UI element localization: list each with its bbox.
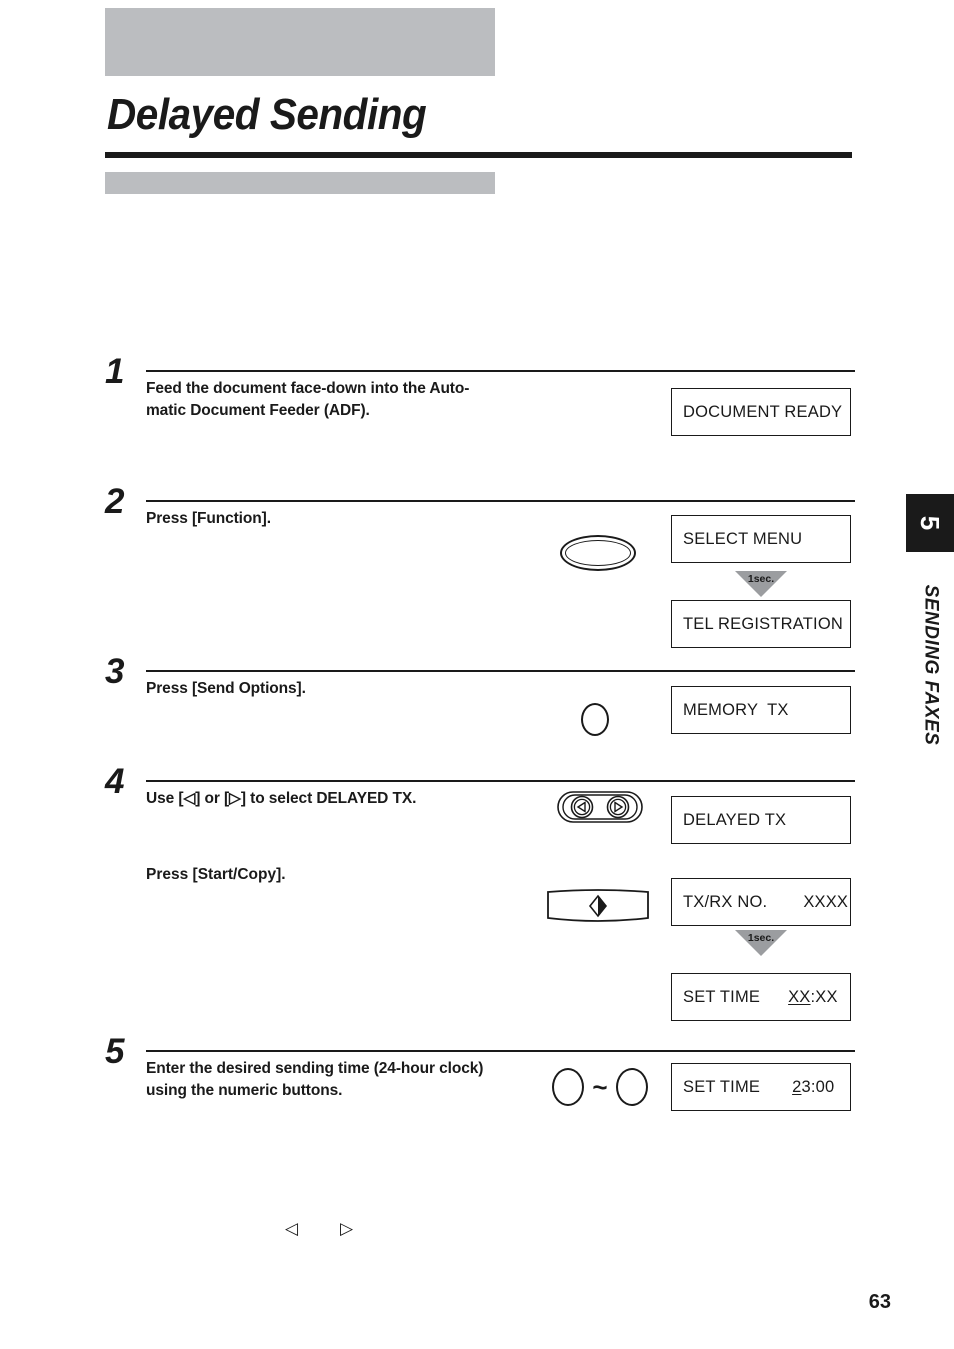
page-title: Delayed Sending — [107, 90, 427, 139]
step-2-rule — [146, 500, 855, 502]
lcd-set-time-filled: SET TIME 2 3:00 — [671, 1063, 851, 1111]
step-5-rule — [146, 1050, 855, 1052]
lcd-document-ready-text: DOCUMENT READY — [683, 402, 843, 421]
lcd-tx-rx-no-label: TX/RX NO. — [683, 892, 768, 911]
header-gray-bar-bottom — [105, 172, 495, 194]
lcd-document-ready: DOCUMENT READY — [671, 388, 851, 436]
step-5-text: Enter the desired sending time (24-hour … — [146, 1058, 566, 1102]
step-4-rule — [146, 780, 855, 782]
arrow-rocker-button-icon[interactable] — [556, 790, 644, 824]
step-2-text-line1: Press [Function]. — [146, 510, 271, 527]
numeric-button-last[interactable] — [616, 1068, 648, 1106]
right-arrow-glyph-icon: ▷ — [340, 1219, 354, 1238]
header-gray-bar-top — [105, 8, 495, 76]
step-3-rule — [146, 670, 855, 672]
timing-arrow-1sec-b-label: 1sec. — [747, 932, 775, 944]
step-4-number: 4 — [105, 762, 125, 801]
step-1-text: Feed the document face-down into the Aut… — [146, 378, 566, 422]
chapter-tab: 5 — [906, 494, 954, 552]
chapter-label-vertical: SENDING FAXES — [906, 560, 954, 770]
lcd-set-time-filled-cursor: 2 — [792, 1077, 802, 1096]
step-4-substep-text: Press [Start/Copy]. — [146, 866, 286, 883]
header-rule — [105, 152, 852, 158]
lcd-set-time-blank-rest: :XX — [810, 987, 838, 1006]
step-3-text-line1: Press [Send Options]. — [146, 680, 306, 697]
step-5-number: 5 — [105, 1032, 125, 1071]
step-5-text-line2: using the numeric buttons. — [146, 1082, 343, 1099]
lcd-tel-registration-text: TEL REGISTRATION — [683, 614, 843, 633]
range-tilde-icon: ~ — [592, 1072, 608, 1102]
lcd-tx-rx-no: TX/RX NO. XXXX — [671, 878, 851, 926]
lcd-set-time-filled-rest: 3:00 — [801, 1077, 835, 1096]
chapter-label-text: SENDING FAXES — [920, 584, 941, 746]
timing-arrow-1sec-b: 1sec. — [735, 930, 787, 956]
step-1-rule — [146, 370, 855, 372]
page-number: 63 — [868, 1291, 891, 1313]
lcd-select-menu: SELECT MENU — [671, 515, 851, 563]
lcd-set-time-filled-label: SET TIME — [683, 1077, 761, 1096]
lcd-set-time-blank-cursor: XX — [788, 987, 811, 1006]
left-arrow-glyph-icon: ◁ — [285, 1219, 299, 1238]
step-4-text: Use [◁] or [▷] to select DELAYED TX. — [146, 788, 566, 810]
send-options-button-icon[interactable] — [581, 703, 609, 736]
function-button-icon[interactable] — [560, 535, 636, 571]
start-copy-button-icon[interactable] — [545, 888, 651, 924]
chapter-number: 5 — [915, 515, 946, 531]
step-1-text-line1: Feed the document face-down into the Aut… — [146, 380, 470, 397]
lcd-memory-tx: MEMORY TX — [671, 686, 851, 734]
step-5-text-line1: Enter the desired sending time (24-hour … — [146, 1060, 484, 1077]
lcd-delayed-tx-text: DELAYED TX — [683, 810, 787, 829]
step-3-number: 3 — [105, 652, 125, 691]
lcd-delayed-tx: DELAYED TX — [671, 796, 851, 844]
numeric-buttons-icon[interactable]: ~ — [552, 1068, 650, 1108]
timing-arrow-1sec-a-label: 1sec. — [747, 573, 775, 585]
step-1-text-line2: matic Document Feeder (ADF). — [146, 402, 370, 419]
numeric-button-first[interactable] — [552, 1068, 584, 1106]
step-1-number: 1 — [105, 352, 125, 391]
step-2-text: Press [Function]. — [146, 508, 566, 530]
timing-arrow-1sec-a: 1sec. — [735, 571, 787, 597]
lcd-memory-tx-text: MEMORY TX — [683, 700, 789, 719]
step-2-number: 2 — [105, 482, 125, 521]
step-3-text: Press [Send Options]. — [146, 678, 566, 700]
lcd-tx-rx-no-value: XXXX — [803, 892, 849, 911]
lcd-select-menu-text: SELECT MENU — [683, 529, 803, 548]
lcd-tel-registration: TEL REGISTRATION — [671, 600, 851, 648]
lcd-set-time-blank-label: SET TIME — [683, 987, 761, 1006]
step-4-text-line1: Use [◁] or [▷] to select DELAYED TX. — [146, 790, 417, 807]
lcd-set-time-blank: SET TIME XX :XX — [671, 973, 851, 1021]
